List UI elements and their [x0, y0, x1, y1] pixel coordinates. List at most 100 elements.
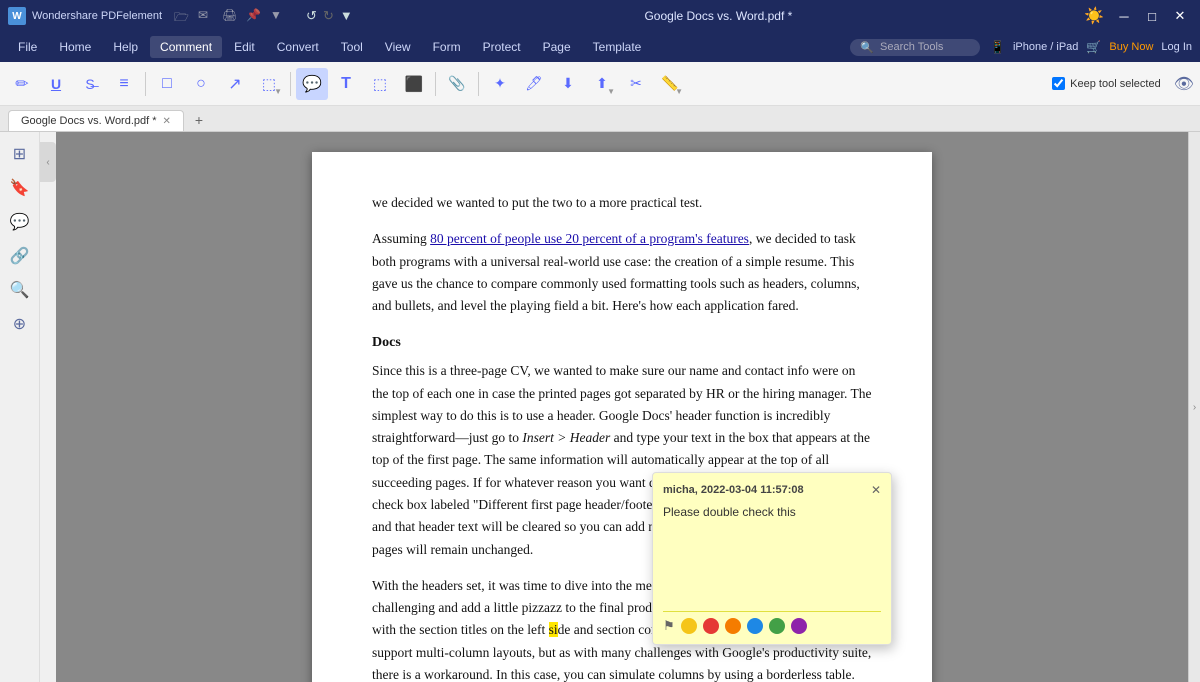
color-green[interactable]: [769, 618, 785, 634]
printer-icon[interactable]: 🖨: [222, 8, 238, 24]
redact-tool-btn[interactable]: ✂: [620, 68, 652, 100]
pdf-page: we decided we wanted to put the two to a…: [312, 152, 932, 682]
menubar: File Home Help Comment Edit Convert Tool…: [0, 32, 1200, 62]
sep3: [435, 72, 436, 96]
pen-tool-btn[interactable]: ✏: [6, 68, 38, 100]
stamp-tool-btn[interactable]: 🖊: [518, 68, 550, 100]
comment-marker: de: [558, 622, 571, 637]
login-btn[interactable]: Log In: [1161, 41, 1192, 53]
tab-add-btn[interactable]: +: [188, 109, 210, 131]
buy-now-btn[interactable]: Buy Now: [1109, 41, 1153, 53]
comment-close-btn[interactable]: ✕: [871, 483, 881, 497]
panel-comment-icon[interactable]: 💬: [6, 208, 34, 236]
measure-tool-btn[interactable]: 📏▼: [654, 68, 686, 100]
comment-header: micha, 2022-03-04 11:57:08 ✕: [663, 483, 881, 497]
textlabel-tool-btn[interactable]: ⬛: [398, 68, 430, 100]
app-name: Wondershare PDFelement: [32, 10, 162, 22]
color-yellow[interactable]: [681, 618, 697, 634]
comment-tool-btn[interactable]: 💬: [296, 68, 328, 100]
right-panel-collapse[interactable]: ›: [1193, 402, 1196, 413]
text-tool-btn[interactable]: T: [330, 68, 362, 100]
doc-title: Google Docs vs. Word.pdf *: [353, 9, 1084, 23]
keep-tool-checkbox[interactable]: [1052, 77, 1065, 90]
menu-comment[interactable]: Comment: [150, 36, 222, 58]
right-panel: ›: [1188, 132, 1200, 682]
menu-convert[interactable]: Convert: [267, 36, 329, 58]
menu-template[interactable]: Template: [583, 36, 652, 58]
dropdown-arrow[interactable]: ▼: [270, 8, 286, 24]
menu-file[interactable]: File: [8, 36, 47, 58]
sep4: [478, 72, 479, 96]
menu-form[interactable]: Form: [423, 36, 471, 58]
para-0: we decided we wanted to put the two to a…: [372, 192, 872, 214]
panel-link-icon[interactable]: 🔗: [6, 242, 34, 270]
sign-down-btn[interactable]: ⬇: [552, 68, 584, 100]
device-label[interactable]: iPhone / iPad: [1013, 41, 1078, 53]
comment-body[interactable]: Please double check this: [663, 503, 881, 603]
color-purple[interactable]: [791, 618, 807, 634]
menu-edit[interactable]: Edit: [224, 36, 265, 58]
circle-tool-btn[interactable]: ○: [185, 68, 217, 100]
panel-thumbnail-icon[interactable]: ⊞: [6, 140, 34, 168]
attach-tool-btn[interactable]: 📎: [441, 68, 473, 100]
textbox-tool-btn[interactable]: ⬚: [364, 68, 396, 100]
app-logo: W Wondershare PDFelement: [8, 7, 162, 25]
keep-tool-group: Keep tool selected 👁: [1052, 74, 1194, 94]
close-btn[interactable]: ✕: [1168, 7, 1192, 25]
title-icons: 🗁 ✉ 🖨 📌 ▼: [174, 8, 286, 24]
tabbar: Google Docs vs. Word.pdf * ✕ +: [0, 106, 1200, 132]
panel-layers-icon[interactable]: ⊕: [6, 310, 34, 338]
search-input[interactable]: [880, 41, 970, 53]
mail-icon[interactable]: ✉: [198, 8, 214, 24]
pin-icon[interactable]: 📌: [246, 8, 262, 24]
sep1: [145, 72, 146, 96]
right-menu: 📱 iPhone / iPad 🛒 Buy Now Log In: [990, 40, 1192, 54]
tab-label: Google Docs vs. Word.pdf *: [21, 115, 157, 127]
sign-upload-btn[interactable]: ⬆▼: [586, 68, 618, 100]
underline-tool-btn[interactable]: U: [40, 68, 72, 100]
menu-protect[interactable]: Protect: [473, 36, 531, 58]
titlebar: W Wondershare PDFelement 🗁 ✉ 🖨 📌 ▼ ↺ ↻ ▼…: [0, 0, 1200, 32]
callout-tool-btn[interactable]: ⬚▼: [253, 68, 285, 100]
cart-icon: 🛒: [1086, 40, 1101, 54]
color-blue[interactable]: [747, 618, 763, 634]
toolbar: ✏ U S̶ ≡ □ ○ ↗ ⬚▼ 💬 T ⬚ ⬛ 📎 ✦ 🖊 ⬇ ⬆▼ ✂ 📏…: [0, 62, 1200, 106]
eye-icon[interactable]: 👁: [1174, 74, 1194, 94]
tab-close-icon[interactable]: ✕: [163, 116, 171, 127]
arrow-tool-btn[interactable]: ↗: [219, 68, 251, 100]
menu-home[interactable]: Home: [49, 36, 101, 58]
rect-tool-btn[interactable]: □: [151, 68, 183, 100]
folder-icon[interactable]: 🗁: [174, 8, 190, 24]
more-btn[interactable]: ▼: [340, 8, 353, 24]
list-tool-btn[interactable]: ≡: [108, 68, 140, 100]
highlight-tool-btn[interactable]: ✦: [484, 68, 516, 100]
comment-popup: micha, 2022-03-04 11:57:08 ✕ Please doub…: [652, 472, 892, 645]
undo-btn[interactable]: ↺: [306, 8, 317, 24]
menu-page[interactable]: Page: [533, 36, 581, 58]
sep2: [290, 72, 291, 96]
menu-view[interactable]: View: [375, 36, 421, 58]
redo-btn[interactable]: ↻: [323, 8, 334, 24]
left-panel: ⊞ 🔖 💬 🔗 🔍 ⊕: [0, 132, 40, 682]
comment-footer: ⚑: [663, 611, 881, 634]
color-orange[interactable]: [725, 618, 741, 634]
restore-btn[interactable]: □: [1140, 7, 1164, 25]
sun-icon: ☀️: [1084, 6, 1104, 26]
menu-tool[interactable]: Tool: [331, 36, 373, 58]
panel-bookmark-icon[interactable]: 🔖: [6, 174, 34, 202]
content-area[interactable]: we decided we wanted to put the two to a…: [56, 132, 1188, 682]
color-red[interactable]: [703, 618, 719, 634]
main-area: ⊞ 🔖 💬 🔗 🔍 ⊕ ‹ we decided we wanted to pu…: [0, 132, 1200, 682]
docs-heading: Docs: [372, 331, 872, 354]
left-panel-collapse[interactable]: ‹: [40, 142, 56, 182]
search-box[interactable]: 🔍: [850, 39, 980, 56]
comment-flag-icon[interactable]: ⚑: [663, 618, 675, 634]
undo-redo: ↺ ↻ ▼: [306, 8, 353, 24]
minimize-btn[interactable]: ─: [1112, 7, 1136, 25]
tab-main[interactable]: Google Docs vs. Word.pdf * ✕: [8, 110, 184, 131]
panel-search-icon[interactable]: 🔍: [6, 276, 34, 304]
window-controls: ─ □ ✕: [1112, 7, 1192, 25]
menu-help[interactable]: Help: [103, 36, 148, 58]
strikethrough-tool-btn[interactable]: S̶: [74, 68, 106, 100]
link-80percent[interactable]: 80 percent of people use 20 percent of a…: [430, 231, 749, 246]
